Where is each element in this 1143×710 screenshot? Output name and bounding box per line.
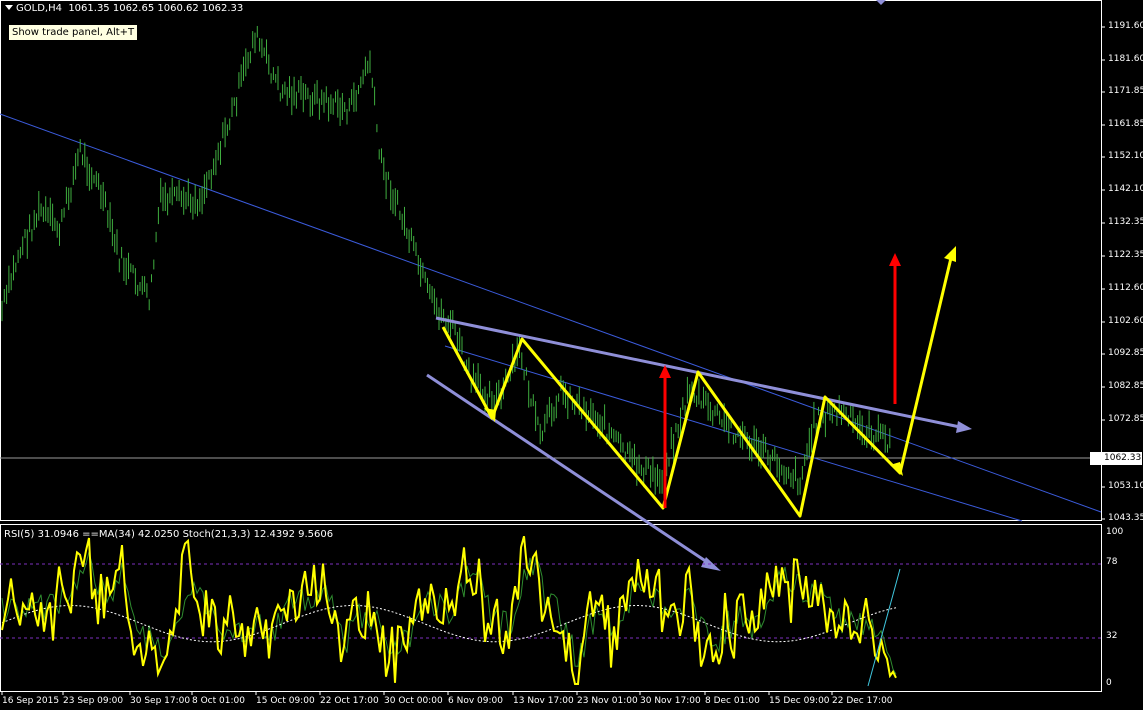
time-axis-label: 15 Dec 09:00	[769, 696, 830, 706]
time-axis-label: 15 Oct 09:00	[256, 696, 315, 706]
price-axis-label: 1142.10	[1108, 184, 1143, 194]
price-axis-label: 1132.35	[1108, 217, 1143, 227]
ohlc-values: 1061.35 1062.65 1060.62 1062.33	[68, 3, 244, 14]
price-axis-label: 1122.35	[1108, 250, 1143, 260]
red-signal-arrow-2[interactable]	[889, 253, 901, 404]
symbol-label: GOLD,H4	[16, 3, 62, 14]
time-axis-label: 8 Dec 01:00	[705, 696, 760, 706]
zigzag-pattern[interactable]	[441, 246, 956, 518]
time-axis-label: 30 Nov 17:00	[640, 696, 701, 706]
price-axis-label: 1181.60	[1108, 54, 1143, 64]
time-axis-label: 23 Sep 09:00	[63, 696, 124, 706]
indicator-header: RSI(5) 31.0946 ==MA(34) 42.0250 Stoch(21…	[4, 529, 334, 540]
price-axis-label: 1191.60	[1108, 21, 1143, 31]
rsi-line	[1, 535, 897, 685]
time-axis-label: 6 Nov 09:00	[448, 696, 503, 706]
chart-menu-icon[interactable]	[5, 5, 13, 10]
current-price-badge: 1062.33	[1090, 452, 1142, 465]
chart-header: GOLD,H4 1061.35 1062.65 1060.62 1062.33	[5, 3, 243, 14]
time-axis-label: 16 Sep 2015	[2, 696, 60, 706]
price-axis-label: 1161.85	[1108, 119, 1143, 129]
indicator-axis-label: 32	[1106, 631, 1118, 641]
divergence-line[interactable]	[867, 568, 901, 687]
stoch-line	[1, 551, 897, 675]
channel-lower-line[interactable]	[444, 345, 1023, 522]
indicator-axis-label: 0	[1106, 678, 1112, 688]
time-axis-label: 22 Dec 17:00	[832, 696, 893, 706]
price-axis-label: 1102.60	[1108, 316, 1143, 326]
price-axis-label: 1152.10	[1108, 151, 1143, 161]
price-panel-frame	[0, 0, 1102, 521]
price-axis-label: 1171.85	[1108, 86, 1143, 96]
time-axis-label: 30 Oct 00:00	[384, 696, 443, 706]
indicator-axis-label: 78	[1106, 557, 1118, 567]
price-candles	[1, 25, 891, 496]
chart-shift-marker[interactable]	[876, 0, 886, 5]
time-axis-label: 30 Sep 17:00	[130, 696, 191, 706]
price-axis-label: 1072.85	[1108, 414, 1143, 424]
price-axis-label: 1043.35	[1108, 513, 1143, 523]
trade-panel-tooltip: Show trade panel, Alt+T	[8, 24, 139, 41]
time-axis-label: 8 Oct 01:00	[192, 696, 245, 706]
chart-canvas[interactable]	[0, 0, 1143, 710]
wedge-lower-arrow[interactable]	[426, 373, 721, 571]
wedge-upper-arrow[interactable]	[435, 316, 972, 433]
price-axis-label: 1082.85	[1108, 381, 1143, 391]
price-axis-label: 1112.60	[1108, 283, 1143, 293]
time-axis-label: 23 Nov 01:00	[577, 696, 638, 706]
long-trendline[interactable]	[0, 113, 1102, 513]
price-axis-label: 1053.10	[1108, 481, 1143, 491]
indicator-panel-frame	[0, 524, 1102, 692]
indicator-axis-label: 100	[1106, 527, 1124, 537]
time-axis-label: 22 Oct 17:00	[320, 696, 379, 706]
price-axis-label: 1092.85	[1108, 348, 1143, 358]
time-axis-label: 13 Nov 17:00	[513, 696, 574, 706]
